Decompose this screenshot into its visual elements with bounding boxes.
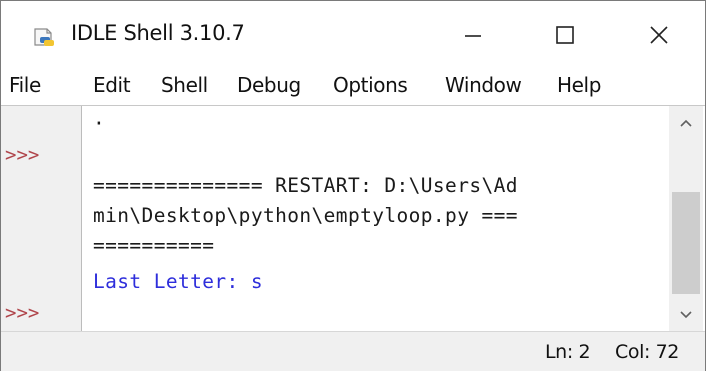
restart-line: ============== RESTART: D:\Users\Ad	[93, 174, 518, 197]
prompt-gutter: >>> >>>	[1, 106, 82, 332]
shell-editor[interactable]: >>> >>> · ============== RESTART: D:\Use…	[1, 105, 705, 332]
close-icon	[650, 26, 668, 44]
chevron-up-icon	[680, 119, 692, 127]
menu-window[interactable]: Window	[445, 73, 522, 97]
title-bar[interactable]: IDLE Shell 3.10.7	[1, 1, 705, 69]
window-title: IDLE Shell 3.10.7	[71, 21, 245, 45]
shell-line: ·	[93, 112, 106, 135]
status-bar: Ln: 2 Col: 72	[1, 331, 705, 371]
minimize-icon	[465, 35, 481, 37]
python-idle-icon	[34, 28, 54, 46]
menu-help[interactable]: Help	[557, 73, 601, 97]
menu-shell[interactable]: Shell	[161, 73, 208, 97]
menu-debug[interactable]: Debug	[237, 73, 301, 97]
program-output-line: Last Letter: s	[93, 270, 263, 293]
restart-line: ==========	[93, 234, 215, 257]
minimize-button[interactable]	[427, 1, 519, 69]
scroll-up-button[interactable]	[669, 110, 703, 136]
menu-edit[interactable]: Edit	[93, 73, 131, 97]
idle-shell-window: IDLE Shell 3.10.7 File Edit Shell Debug …	[0, 0, 706, 371]
close-button[interactable]	[613, 1, 705, 69]
menu-file[interactable]: File	[9, 73, 41, 97]
maximize-icon	[556, 26, 574, 44]
scroll-thumb[interactable]	[672, 192, 700, 294]
shell-prompt: >>>	[5, 144, 40, 166]
line-number-status: Ln: 2	[545, 341, 591, 363]
restart-line: min\Desktop\python\emptyloop.py ===	[93, 204, 518, 227]
vertical-scrollbar[interactable]	[669, 106, 703, 332]
column-number-status: Col: 72	[615, 341, 679, 363]
chevron-down-icon	[680, 311, 692, 319]
maximize-button[interactable]	[519, 1, 611, 69]
menu-options[interactable]: Options	[333, 73, 408, 97]
shell-prompt: >>>	[5, 302, 40, 324]
scroll-down-button[interactable]	[669, 302, 703, 328]
menu-bar: File Edit Shell Debug Options Window Hel…	[1, 69, 705, 105]
